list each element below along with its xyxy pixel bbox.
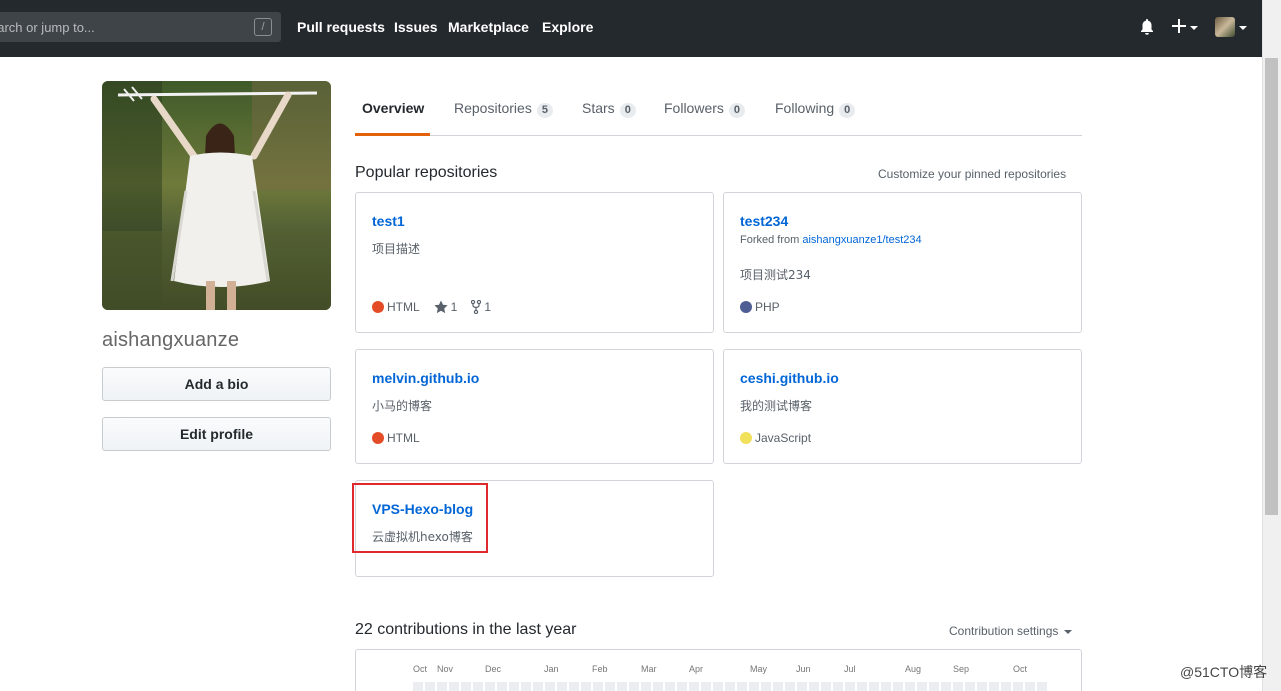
month-label: Sep xyxy=(953,664,970,674)
nav-explore[interactable]: Explore xyxy=(542,19,593,35)
scrollbar-thumb[interactable] xyxy=(1265,58,1278,515)
stars-link[interactable]: 1 xyxy=(434,300,457,314)
contribution-grid-row xyxy=(413,682,1047,691)
nav-pull-requests[interactable]: Pull requests xyxy=(297,19,385,35)
repo-card-test1: test1 项目描述 HTML 1 1 xyxy=(355,192,714,333)
followers-count: 0 xyxy=(728,103,746,118)
slash-shortcut-hint: / xyxy=(254,18,272,36)
repo-card-melvin: melvin.github.io 小马的博客 HTML xyxy=(355,349,714,464)
bell-icon[interactable] xyxy=(1139,18,1155,39)
language-color-dot xyxy=(372,301,384,313)
language-color-dot xyxy=(740,301,752,313)
repo-meta: PHP xyxy=(740,300,780,314)
annotation-highlight-box xyxy=(352,483,488,553)
month-label: Mar xyxy=(641,664,657,674)
watermark: @51CTO博客 xyxy=(1180,664,1268,680)
language-color-dot xyxy=(740,432,752,444)
repo-name-link[interactable]: test1 xyxy=(372,213,405,229)
repo-name-link[interactable]: test234 xyxy=(740,213,788,229)
chevron-down-icon[interactable] xyxy=(1190,26,1198,30)
repo-description: 我的测试博客 xyxy=(740,399,813,413)
month-label: May xyxy=(750,664,768,674)
customize-pinned-link[interactable]: Customize your pinned repositories xyxy=(878,167,1066,181)
forks-link[interactable]: 1 xyxy=(471,300,491,314)
forked-from-link[interactable]: aishangxuanze1/test234 xyxy=(802,234,921,246)
nav-marketplace[interactable]: Marketplace xyxy=(448,19,529,35)
tab-following[interactable]: Following 0 xyxy=(775,100,856,118)
profile-username: aishangxuanze xyxy=(102,329,240,351)
month-label: Oct xyxy=(1013,664,1028,674)
tab-followers[interactable]: Followers 0 xyxy=(664,100,746,118)
chevron-down-icon xyxy=(1063,629,1072,634)
month-label: Jan xyxy=(544,664,559,674)
tab-stars[interactable]: Stars 0 xyxy=(582,100,636,118)
month-label: Apr xyxy=(689,664,704,674)
repositories-count: 5 xyxy=(536,103,553,118)
stars-count: 0 xyxy=(619,103,636,118)
search-input[interactable] xyxy=(0,12,240,42)
repo-card-ceshi: ceshi.github.io 我的测试博客 JavaScript xyxy=(723,349,1082,464)
repo-name-link[interactable]: melvin.github.io xyxy=(372,370,479,386)
profile-tabs: Overview Repositories 5 Stars 0 Followers 0… xyxy=(355,81,1082,136)
contribution-settings-dropdown[interactable]: Contribution settings xyxy=(949,624,1072,638)
avatar[interactable] xyxy=(1215,17,1235,37)
repo-language: PHP xyxy=(755,300,780,314)
forked-from-text: Forked from aishangxuanze1/test234 xyxy=(740,234,922,246)
plus-icon[interactable] xyxy=(1172,19,1186,36)
chevron-down-icon[interactable] xyxy=(1239,26,1247,30)
tab-overview[interactable]: Overview xyxy=(362,100,424,116)
following-count: 0 xyxy=(839,103,856,118)
fork-icon xyxy=(471,300,482,314)
star-icon xyxy=(434,300,448,314)
repo-card-test234: test234 Forked from aishangxuanze1/test2… xyxy=(723,192,1082,333)
month-label: Feb xyxy=(592,664,608,674)
selected-tab-underline xyxy=(355,133,430,136)
language-color-dot xyxy=(372,432,384,444)
month-label: Jul xyxy=(844,664,856,674)
repo-description: 项目测试234 xyxy=(740,268,811,282)
top-navbar: / Pull requests Issues Marketplace Explo… xyxy=(0,0,1262,57)
contributions-heading: 22 contributions in the last year xyxy=(355,621,577,638)
repo-description: 小马的博客 xyxy=(372,399,433,413)
repo-language: JavaScript xyxy=(755,431,812,445)
repo-description: 项目描述 xyxy=(372,242,421,256)
profile-avatar[interactable] xyxy=(102,81,331,310)
month-label: Oct xyxy=(413,664,428,674)
repo-meta: HTML 1 1 xyxy=(372,300,491,314)
month-label: Jun xyxy=(796,664,811,674)
repo-language: HTML xyxy=(387,431,420,445)
month-label: Nov xyxy=(437,664,454,674)
month-label: Aug xyxy=(905,664,922,674)
tab-repositories[interactable]: Repositories 5 xyxy=(454,100,553,118)
repo-meta: JavaScript xyxy=(740,431,811,445)
add-bio-button[interactable]: Add a bio xyxy=(102,367,331,401)
profile-photo xyxy=(102,81,331,310)
repo-name-link[interactable]: ceshi.github.io xyxy=(740,370,839,386)
repo-meta: HTML xyxy=(372,431,420,445)
repo-language: HTML xyxy=(387,300,420,314)
popular-repositories-heading: Popular repositories xyxy=(355,164,498,181)
nav-issues[interactable]: Issues xyxy=(394,19,438,35)
search-box[interactable]: / xyxy=(0,12,281,42)
edit-profile-button[interactable]: Edit profile xyxy=(102,417,331,451)
month-label: Dec xyxy=(485,664,502,674)
